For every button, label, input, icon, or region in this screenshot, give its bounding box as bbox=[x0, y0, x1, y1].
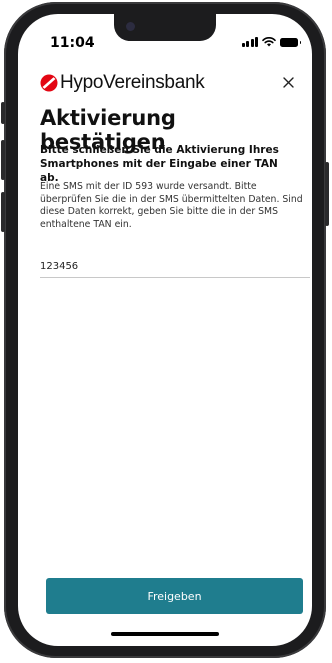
status-icons bbox=[241, 36, 301, 47]
home-indicator[interactable] bbox=[111, 632, 219, 636]
power-button bbox=[325, 162, 329, 226]
front-camera-icon bbox=[126, 22, 135, 31]
volume-down-button bbox=[1, 192, 5, 232]
sms-info-text: Eine SMS mit der ID 593 wurde versandt. … bbox=[40, 181, 303, 230]
close-button[interactable] bbox=[278, 72, 298, 92]
release-button[interactable]: Freigeben bbox=[46, 578, 303, 614]
page-subtitle: Bitte schließen Sie die Aktivierung Ihre… bbox=[40, 144, 279, 184]
battery-icon bbox=[280, 38, 301, 47]
volume-up-button bbox=[1, 140, 5, 180]
status-time: 11:04 bbox=[50, 35, 95, 51]
close-icon bbox=[282, 76, 294, 88]
app-screen: 11:04 HypoVereinsbank Aktivierung bestät… bbox=[18, 14, 312, 646]
brand-name: HypoVereinsbank bbox=[60, 72, 205, 93]
hvb-logo-icon bbox=[40, 74, 58, 92]
brand-logo: HypoVereinsbank bbox=[40, 72, 205, 94]
silent-switch bbox=[1, 102, 5, 124]
phone-frame: 11:04 HypoVereinsbank Aktivierung bestät… bbox=[1, 2, 329, 658]
wifi-icon bbox=[262, 37, 276, 47]
camera-notch bbox=[114, 14, 216, 41]
tan-input[interactable] bbox=[40, 258, 310, 278]
cellular-signal-icon bbox=[241, 36, 258, 47]
